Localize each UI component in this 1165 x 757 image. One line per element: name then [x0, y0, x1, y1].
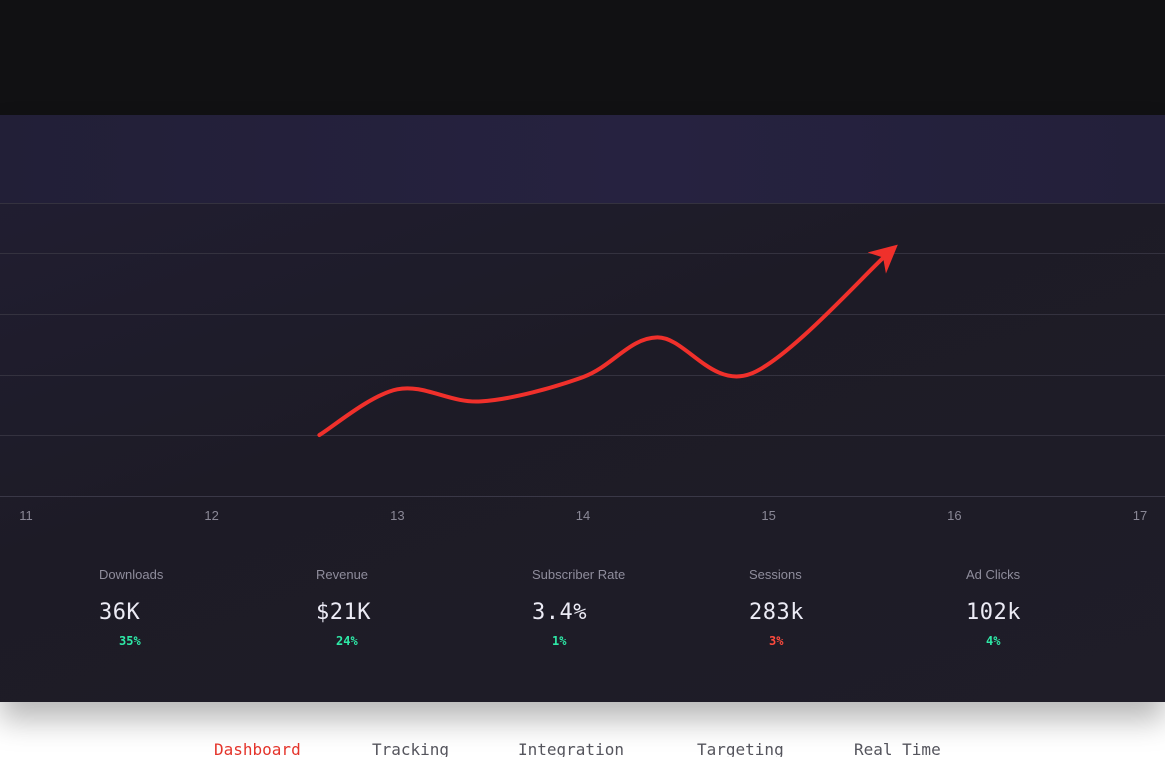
x-tick-label: 12 — [204, 508, 218, 523]
x-tick-label: 11 — [19, 508, 33, 523]
x-tick-label: 13 — [390, 508, 404, 523]
stat-revenue: Revenue $21K 24% — [316, 565, 516, 649]
stat-downloads: Downloads 36K 35% — [99, 565, 299, 649]
line-chart: 11 12 13 14 15 16 17 — [0, 203, 1165, 523]
nav-real-time[interactable]: Real Time — [854, 740, 941, 757]
stat-change: 24% — [336, 634, 358, 648]
stat-label: Subscriber Rate — [532, 567, 626, 582]
x-tick-label: 14 — [576, 508, 590, 523]
stat-change: 35% — [119, 634, 141, 648]
stat-value: 3.4% — [532, 600, 587, 625]
nav-integration[interactable]: Integration — [518, 740, 624, 757]
x-tick-label: 16 — [947, 508, 961, 523]
stat-sessions: Sessions 283k 3% — [749, 565, 949, 649]
top-bar — [0, 0, 1165, 115]
bottom-nav: Dashboard Tracking Integration Targeting… — [0, 738, 1165, 757]
stat-label: Revenue — [316, 567, 369, 582]
nav-dashboard[interactable]: Dashboard — [214, 740, 301, 757]
stat-label: Downloads — [99, 567, 164, 582]
nav-tracking[interactable]: Tracking — [372, 740, 449, 757]
stat-change: 4% — [986, 634, 1001, 648]
stat-label: Ad Clicks — [966, 567, 1021, 582]
stat-change: 1% — [552, 634, 567, 648]
stats-row: Downloads 36K 35% Revenue $21K 24% Subsc… — [0, 565, 1165, 675]
x-tick-label: 17 — [1133, 508, 1147, 523]
stat-label: Sessions — [749, 567, 802, 582]
stat-value: 36K — [99, 600, 141, 625]
stat-value: $21K — [316, 600, 371, 625]
stat-change: 3% — [769, 634, 784, 648]
stat-value: 102k — [966, 600, 1021, 625]
stat-value: 283k — [749, 600, 804, 625]
stat-ad-clicks: Ad Clicks 102k 4% — [966, 565, 1165, 649]
analytics-panel: 11 12 13 14 15 16 17 Downloads 36K 35% Revenue… — [0, 115, 1165, 702]
nav-targeting[interactable]: Targeting — [697, 740, 784, 757]
series-line — [317, 244, 898, 437]
x-tick-label: 15 — [761, 508, 775, 523]
stat-subscriber-rate: Subscriber Rate 3.4% 1% — [532, 565, 732, 649]
